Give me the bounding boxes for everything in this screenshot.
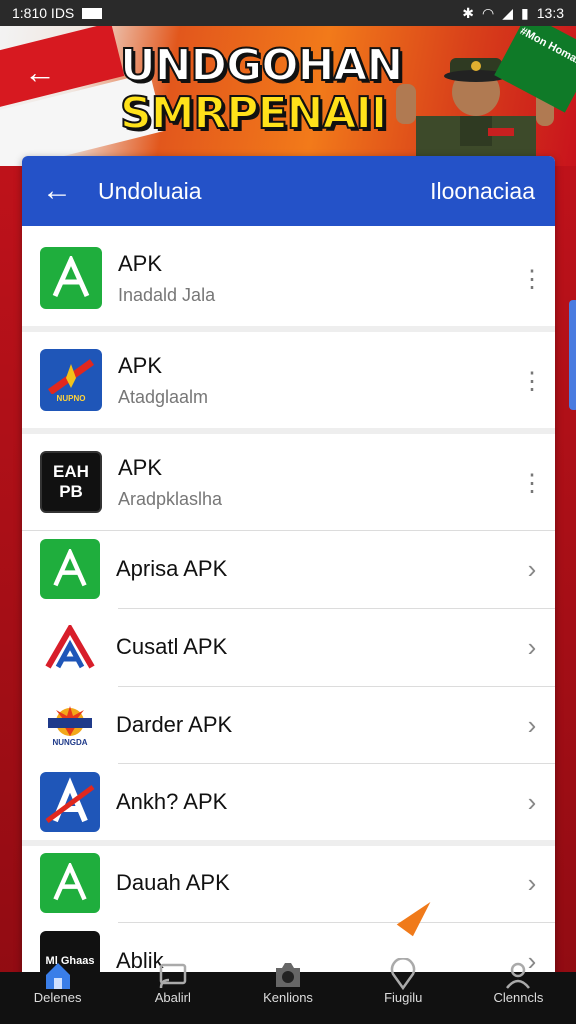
- icon-caption: NUNGDA: [52, 737, 88, 747]
- app-name: Cusatl APK: [116, 634, 228, 659]
- green-a-logo-icon: [40, 539, 100, 599]
- app-bar-title: Undoluaia: [98, 177, 202, 204]
- chevron-right-icon[interactable]: ›: [509, 554, 555, 585]
- blue-red-a-logo-icon: [40, 772, 100, 832]
- green-a-logo-icon: [40, 247, 102, 309]
- app-name: APK: [118, 352, 163, 378]
- nav-label: Fiugilu: [384, 990, 423, 1005]
- location-icon: [388, 958, 418, 990]
- chevron-right-icon[interactable]: ›: [509, 868, 555, 899]
- banner-title-line2: SMRPENAII: [119, 88, 388, 139]
- list-item[interactable]: Aprisa APK ›: [22, 531, 555, 607]
- person-icon: [503, 958, 533, 990]
- more-vert-icon[interactable]: ⋮: [509, 365, 555, 396]
- nav-item-location[interactable]: Fiugilu: [346, 958, 461, 1024]
- bottom-navigation: Delenes Abalirl Kenlions Fiugilu Clenncl…: [0, 958, 576, 1024]
- nav-label: Abalirl: [154, 990, 191, 1005]
- red-blue-a-logo-icon: [40, 617, 100, 677]
- nav-label: Kenlions: [263, 990, 313, 1005]
- banner-title-line1: UNDGOHAN: [119, 40, 404, 91]
- bluetooth-icon: ✱: [462, 4, 475, 21]
- app-name: APK: [118, 250, 163, 276]
- nav-item-camera[interactable]: Kenlions: [230, 963, 345, 1024]
- list-item[interactable]: Cusatl APK ›: [22, 609, 555, 685]
- battery-icon: [82, 7, 103, 19]
- app-name: Dauah APK: [116, 870, 230, 895]
- app-name: Darder APK: [116, 712, 233, 737]
- app-bar-region[interactable]: Iloonaciaa: [430, 178, 535, 205]
- list-item[interactable]: Dauah APK ›: [22, 844, 555, 922]
- icon-caption: EAH PB: [53, 462, 89, 501]
- nav-item-cast[interactable]: Abalirl: [115, 963, 230, 1024]
- banner-title: UNDGOHAN SMRPENAII: [119, 40, 404, 139]
- side-scroll-tab[interactable]: [569, 300, 576, 410]
- app-subtitle: Inadald Jala: [118, 284, 216, 305]
- battery-status-icon: ▮: [521, 4, 529, 21]
- nav-label: Delenes: [33, 990, 82, 1005]
- status-bar: 1:810 IDS ✱ ◠ ◢ ▮ 13:3: [0, 0, 576, 26]
- list-item[interactable]: NUNGDA Darder APK ›: [22, 687, 555, 763]
- chevron-right-icon[interactable]: ›: [509, 632, 555, 663]
- nav-label: Clenncls: [493, 990, 544, 1005]
- cast-icon: [158, 958, 188, 990]
- home-icon: [43, 958, 73, 990]
- nav-item-profile[interactable]: Clenncls: [461, 962, 576, 1024]
- status-time: 1:810 IDS: [12, 5, 75, 21]
- app-bar: ← Undoluaia Iloonaciaa: [22, 156, 555, 226]
- green-a-logo-icon: [40, 853, 100, 913]
- more-vert-icon[interactable]: ⋮: [509, 467, 555, 498]
- list-item[interactable]: NUPNO APK Atadglaalm ⋮: [22, 332, 555, 428]
- chevron-right-icon[interactable]: ›: [509, 787, 555, 818]
- app-subtitle: Atadglaalm: [118, 386, 209, 407]
- app-list-card: ← Undoluaia Iloonaciaa APK Inadald Jala …: [22, 156, 555, 1024]
- more-vert-icon[interactable]: ⋮: [509, 263, 555, 294]
- back-arrow-icon[interactable]: ←: [42, 174, 72, 208]
- status-clock: 13:3: [536, 5, 564, 21]
- garuda-logo-icon: NUPNO: [40, 349, 102, 411]
- promo-banner: ← UNDGOHAN SMRPENAII #Mon Homana: [0, 26, 576, 166]
- chevron-right-icon[interactable]: ›: [509, 710, 555, 741]
- app-name: Ankh? APK: [116, 789, 228, 814]
- camera-icon: [272, 958, 304, 990]
- signal-icon: ◢: [502, 4, 514, 21]
- app-subtitle: Aradpklaslha: [118, 488, 223, 509]
- pb-logo-icon: EAH PB: [40, 451, 102, 513]
- list-item[interactable]: Ankh? APK ›: [22, 764, 555, 840]
- list-item[interactable]: EAH PB APK Aradpklaslha ⋮: [22, 434, 555, 530]
- banner-back-arrow-icon[interactable]: ←: [24, 54, 56, 91]
- list-item[interactable]: APK Inadald Jala ⋮: [22, 230, 555, 326]
- app-name: Aprisa APK: [116, 556, 228, 581]
- icon-caption: NUPNO: [56, 393, 86, 403]
- sunburst-badge-icon: NUNGDA: [40, 695, 100, 755]
- app-name: APK: [118, 454, 163, 480]
- nav-item-home[interactable]: Delenes: [0, 963, 115, 1024]
- wifi-icon: ◠: [482, 4, 495, 21]
